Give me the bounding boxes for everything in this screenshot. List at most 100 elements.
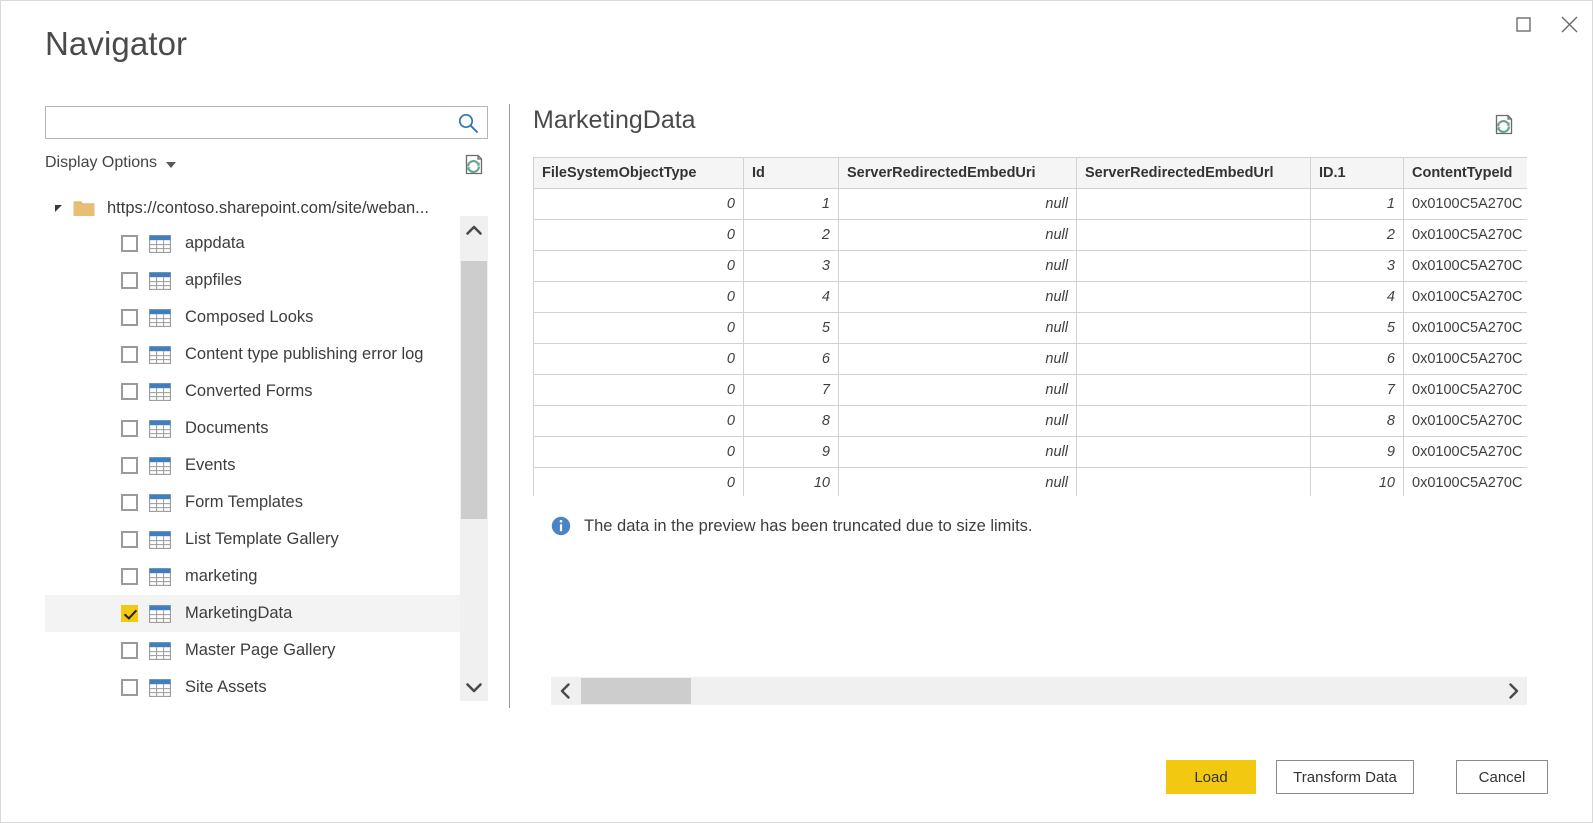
scroll-left-button[interactable] (551, 677, 579, 705)
preview-grid[interactable]: FileSystemObjectTypeIdServerRedirectedEm… (533, 157, 1527, 496)
column-header[interactable]: ServerRedirectedEmbedUri (839, 158, 1077, 189)
expand-collapse-triangle-icon[interactable] (55, 205, 62, 212)
table-cell: 0x0100C5A270C (1404, 468, 1528, 497)
table-row: 09null90x0100C5A270C (534, 437, 1528, 468)
scroll-up-button[interactable] (460, 216, 488, 244)
table-icon (149, 309, 171, 327)
table-icon (149, 346, 171, 364)
dialog-footer: Load Transform Data Cancel (1, 760, 1592, 796)
tree-item-checkbox[interactable] (121, 679, 138, 696)
search-icon[interactable] (457, 112, 479, 134)
refresh-preview-icon (1491, 112, 1517, 138)
tree-item[interactable]: Documents (45, 410, 460, 447)
tree-item-checkbox[interactable] (121, 605, 138, 622)
tree-item[interactable]: MarketingData (45, 595, 460, 632)
table-cell: null (839, 313, 1077, 344)
table-row: 01null10x0100C5A270C (534, 189, 1528, 220)
scroll-right-button[interactable] (1499, 677, 1527, 705)
tree-item[interactable]: appfiles (45, 262, 460, 299)
tree-item-label: appfiles (185, 271, 242, 290)
truncation-notice: The data in the preview has been truncat… (551, 516, 1033, 536)
tree-item[interactable]: Content type publishing error log (45, 336, 460, 373)
tree-item[interactable]: marketing (45, 558, 460, 595)
tree-item[interactable]: Site Assets (45, 669, 460, 701)
chevron-down-icon (166, 162, 176, 168)
table-row: 03null30x0100C5A270C (534, 251, 1528, 282)
table-icon (149, 383, 171, 401)
folder-icon (73, 199, 95, 217)
close-button[interactable] (1546, 1, 1592, 47)
tree-item[interactable]: appdata (45, 225, 460, 262)
load-button[interactable]: Load (1166, 760, 1256, 794)
navigation-tree: https://contoso.sharepoint.com/site/weba… (45, 191, 460, 701)
table-cell: 0x0100C5A270C (1404, 375, 1528, 406)
table-header-row: FileSystemObjectTypeIdServerRedirectedEm… (534, 158, 1528, 189)
preview-table: FileSystemObjectTypeIdServerRedirectedEm… (533, 157, 1527, 496)
table-header: FileSystemObjectTypeIdServerRedirectedEm… (534, 158, 1528, 189)
tree-item-checkbox[interactable] (121, 457, 138, 474)
preview-horizontal-scrollbar[interactable] (551, 677, 1527, 705)
search-box[interactable] (45, 106, 488, 139)
table-cell: null (839, 344, 1077, 375)
scrollbar-thumb[interactable] (581, 678, 691, 704)
panel-divider (509, 104, 510, 708)
table-cell (1077, 282, 1311, 313)
table-cell (1077, 375, 1311, 406)
display-options-dropdown[interactable]: Display Options (45, 154, 176, 172)
scrollbar-thumb[interactable] (461, 261, 487, 519)
refresh-preview-icon (461, 152, 487, 178)
column-header[interactable]: ServerRedirectedEmbedUrl (1077, 158, 1311, 189)
table-icon (149, 531, 171, 549)
truncation-message: The data in the preview has been truncat… (584, 517, 1033, 536)
maximize-button[interactable] (1500, 1, 1546, 47)
tree-item-checkbox[interactable] (121, 309, 138, 326)
table-icon (149, 568, 171, 586)
table-cell: 0 (534, 406, 744, 437)
tree-item[interactable]: Master Page Gallery (45, 632, 460, 669)
cancel-button[interactable]: Cancel (1456, 760, 1548, 794)
tree-item-list: appdata appfiles Composed LooksContent typ… (45, 225, 460, 701)
tree-item[interactable]: List Template Gallery (45, 521, 460, 558)
table-cell: 5 (744, 313, 839, 344)
tree-item-label: Master Page Gallery (185, 641, 335, 660)
table-cell: 3 (744, 251, 839, 282)
tree-item-checkbox[interactable] (121, 346, 138, 363)
tree-item[interactable]: Events (45, 447, 460, 484)
tree-item[interactable]: Composed Looks (45, 299, 460, 336)
table-cell: 0 (534, 220, 744, 251)
scroll-down-button[interactable] (460, 673, 488, 701)
tree-item-checkbox[interactable] (121, 383, 138, 400)
tree-item-checkbox[interactable] (121, 235, 138, 252)
table-cell: null (839, 220, 1077, 251)
table-row: 05null50x0100C5A270C (534, 313, 1528, 344)
refresh-preview-button[interactable] (1491, 112, 1517, 138)
tree-item-checkbox[interactable] (121, 272, 138, 289)
table-icon (149, 457, 171, 475)
table-cell: 0x0100C5A270C (1404, 189, 1528, 220)
tree-root-node[interactable]: https://contoso.sharepoint.com/site/weba… (45, 191, 460, 225)
chevron-left-icon (560, 683, 571, 699)
column-header[interactable]: FileSystemObjectType (534, 158, 744, 189)
tree-item[interactable]: Converted Forms (45, 373, 460, 410)
table-cell: null (839, 282, 1077, 313)
tree-item-checkbox[interactable] (121, 568, 138, 585)
tree-item-checkbox[interactable] (121, 420, 138, 437)
tree-item-checkbox[interactable] (121, 494, 138, 511)
table-cell: 0x0100C5A270C (1404, 282, 1528, 313)
column-header[interactable]: Id (744, 158, 839, 189)
tree-item[interactable]: Form Templates (45, 484, 460, 521)
tree-vertical-scrollbar[interactable] (460, 216, 488, 701)
column-header[interactable]: ContentTypeId (1404, 158, 1528, 189)
left-panel: Display Options (45, 106, 490, 706)
transform-data-button[interactable]: Transform Data (1276, 760, 1414, 794)
preview-title: MarketingData (533, 106, 696, 135)
table-cell: 0x0100C5A270C (1404, 437, 1528, 468)
search-input[interactable] (52, 107, 452, 138)
column-header[interactable]: ID.1 (1311, 158, 1404, 189)
table-cell (1077, 313, 1311, 344)
table-icon (149, 272, 171, 290)
tree-item-checkbox[interactable] (121, 531, 138, 548)
table-cell: 9 (1311, 437, 1404, 468)
refresh-tree-button[interactable] (461, 152, 487, 178)
tree-item-checkbox[interactable] (121, 642, 138, 659)
